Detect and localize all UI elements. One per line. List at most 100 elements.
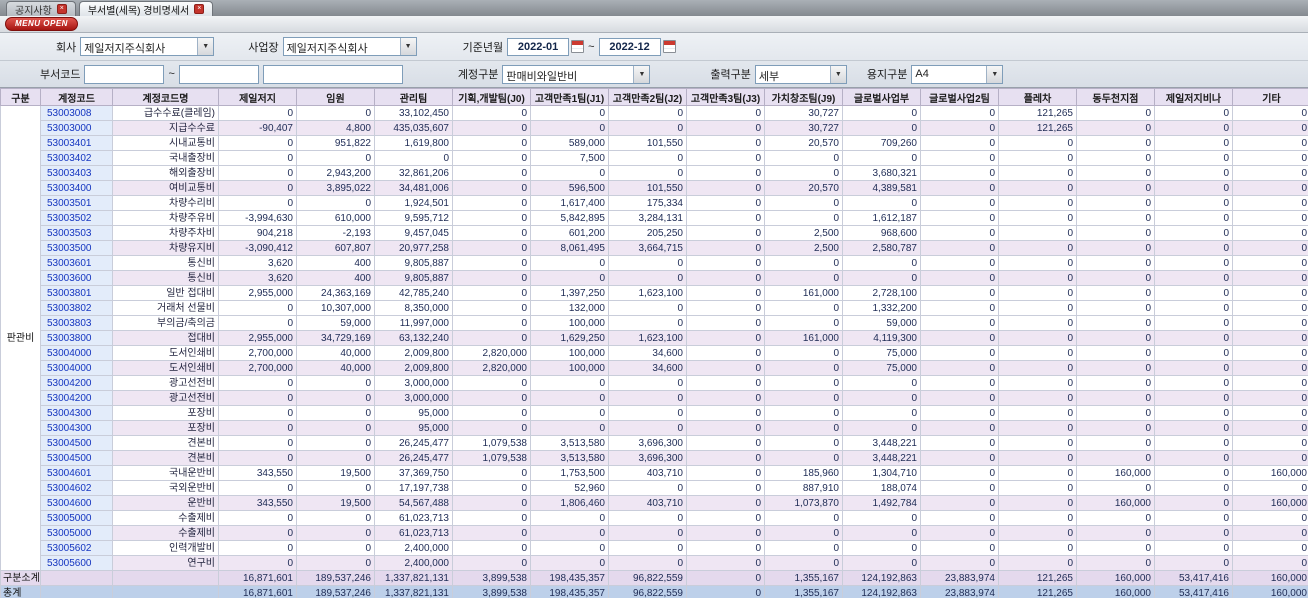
value-cell[interactable]: 3,000,000 — [374, 390, 453, 406]
value-cell[interactable]: 1,337,821,131 — [374, 570, 453, 586]
value-cell[interactable]: 607,807 — [296, 240, 375, 256]
value-cell[interactable]: 0 — [842, 120, 921, 136]
value-cell[interactable]: 0 — [452, 315, 531, 331]
value-cell[interactable]: 0 — [686, 300, 765, 316]
value-cell[interactable]: 403,710 — [608, 495, 687, 511]
account-code-cell[interactable]: 53004300 — [40, 420, 113, 436]
account-name-cell[interactable]: 일반 접대비 — [112, 285, 219, 301]
value-cell[interactable]: 0 — [452, 420, 531, 436]
chevron-down-icon[interactable]: ▼ — [197, 38, 214, 55]
value-cell[interactable]: 96,822,559 — [608, 570, 687, 586]
value-cell[interactable]: 0 — [218, 390, 297, 406]
value-cell[interactable]: 0 — [1154, 165, 1233, 181]
value-cell[interactable]: 0 — [686, 375, 765, 391]
value-cell[interactable]: 0 — [1154, 285, 1233, 301]
value-cell[interactable]: 0 — [920, 315, 999, 331]
value-cell[interactable]: 0 — [374, 150, 453, 166]
value-cell[interactable]: 1,073,870 — [764, 495, 843, 511]
value-cell[interactable]: 0 — [920, 435, 999, 451]
value-cell[interactable]: 0 — [764, 270, 843, 286]
value-cell[interactable]: 0 — [764, 540, 843, 556]
table-row[interactable]: 53005000 수출제비 0 0 61,023,713 0 0 0 0 0 0 0 0 0 0 0 — [1, 525, 1308, 541]
table-row[interactable]: 53003503 차량주차비 904,218 -2,193 9,457,045 0 601,… — [1, 225, 1308, 241]
value-cell[interactable]: 0 — [998, 405, 1077, 421]
value-cell[interactable]: 32,861,206 — [374, 165, 453, 181]
value-cell[interactable]: 0 — [998, 240, 1077, 256]
value-cell[interactable]: 0 — [1076, 540, 1155, 556]
value-cell[interactable]: 0 — [920, 210, 999, 226]
value-cell[interactable]: 0 — [1232, 315, 1308, 331]
account-name-cell[interactable]: 도서인쇄비 — [112, 345, 219, 361]
table-row[interactable]: 53004300 포장비 0 0 95,000 0 0 0 0 0 0 0 0 0 0 0 — [1, 405, 1308, 421]
value-cell[interactable]: 0 — [1154, 315, 1233, 331]
value-cell[interactable]: 0 — [452, 105, 531, 121]
account-name-cell[interactable]: 접대비 — [112, 330, 219, 346]
value-cell[interactable]: 0 — [608, 105, 687, 121]
account-name-cell[interactable]: 국내출장비 — [112, 150, 219, 166]
value-cell[interactable]: 0 — [764, 405, 843, 421]
value-cell[interactable]: 0 — [452, 510, 531, 526]
value-cell[interactable]: 0 — [842, 390, 921, 406]
value-cell[interactable]: 121,265 — [998, 570, 1077, 586]
account-name-cell[interactable]: 차량유지비 — [112, 240, 219, 256]
value-cell[interactable]: 0 — [1076, 210, 1155, 226]
value-cell[interactable]: 185,960 — [764, 465, 843, 481]
value-cell[interactable]: 0 — [1154, 450, 1233, 466]
value-cell[interactable]: 0 — [998, 330, 1077, 346]
value-cell[interactable]: 0 — [1232, 510, 1308, 526]
value-cell[interactable]: 1,355,167 — [764, 570, 843, 586]
value-cell[interactable]: 0 — [452, 150, 531, 166]
account-code-cell[interactable]: 53003600 — [40, 270, 113, 286]
value-cell[interactable]: 610,000 — [296, 210, 375, 226]
value-cell[interactable]: 0 — [1076, 420, 1155, 436]
value-cell[interactable]: 52,960 — [530, 480, 609, 496]
account-name-cell[interactable]: 여비교통비 — [112, 180, 219, 196]
value-cell[interactable]: 0 — [1154, 360, 1233, 376]
value-cell[interactable]: 0 — [530, 405, 609, 421]
dept-code-to-input[interactable] — [178, 64, 259, 84]
value-cell[interactable]: 0 — [452, 375, 531, 391]
value-cell[interactable]: 0 — [608, 540, 687, 556]
value-cell[interactable]: 0 — [296, 375, 375, 391]
value-cell[interactable]: 0 — [1154, 525, 1233, 541]
account-name-cell[interactable]: 국내운반비 — [112, 465, 219, 481]
value-cell[interactable]: 0 — [218, 510, 297, 526]
value-cell[interactable]: 0 — [452, 525, 531, 541]
value-cell[interactable]: 10,307,000 — [296, 300, 375, 316]
value-cell[interactable]: 0 — [530, 525, 609, 541]
table-row[interactable]: 53004602 국외운반비 0 0 17,197,738 0 52,960 0 0 887,91… — [1, 480, 1308, 496]
value-cell[interactable]: 0 — [1154, 120, 1233, 136]
value-cell[interactable]: 0 — [1154, 330, 1233, 346]
value-cell[interactable]: 0 — [920, 255, 999, 271]
value-cell[interactable]: 0 — [1076, 525, 1155, 541]
account-name-cell[interactable]: 연구비 — [112, 555, 219, 571]
table-row[interactable]: 53003401 시내교통비 0 951,822 1,619,800 0 589,000 10… — [1, 135, 1308, 151]
value-cell[interactable]: 0 — [452, 240, 531, 256]
value-cell[interactable]: 0 — [842, 555, 921, 571]
value-cell[interactable]: 0 — [1232, 225, 1308, 241]
value-cell[interactable]: 0 — [1154, 255, 1233, 271]
value-cell[interactable]: 16,871,601 — [218, 570, 297, 586]
account-name-cell[interactable]: 시내교통비 — [112, 135, 219, 151]
value-cell[interactable]: -2,193 — [296, 225, 375, 241]
account-name-cell[interactable]: 광고선전비 — [112, 375, 219, 391]
value-cell[interactable]: 0 — [1076, 180, 1155, 196]
value-cell[interactable]: 0 — [998, 540, 1077, 556]
value-cell[interactable]: 0 — [1154, 180, 1233, 196]
value-cell[interactable]: 0 — [218, 435, 297, 451]
value-cell[interactable]: 0 — [1076, 510, 1155, 526]
value-cell[interactable]: 61,023,713 — [374, 525, 453, 541]
value-cell[interactable]: 0 — [686, 240, 765, 256]
value-cell[interactable]: 0 — [998, 195, 1077, 211]
output-type-select[interactable]: 세부 ▼ — [754, 64, 847, 84]
value-cell[interactable]: 1,753,500 — [530, 465, 609, 481]
value-cell[interactable]: 0 — [1232, 210, 1308, 226]
value-cell[interactable]: 0 — [920, 480, 999, 496]
dept-name-display[interactable] — [262, 64, 403, 84]
value-cell[interactable]: 34,729,169 — [296, 330, 375, 346]
value-cell[interactable]: 0 — [296, 405, 375, 421]
value-cell[interactable]: 0 — [1076, 375, 1155, 391]
value-cell[interactable]: 160,000 — [1232, 495, 1308, 511]
value-cell[interactable]: 0 — [920, 270, 999, 286]
value-cell[interactable]: 0 — [530, 165, 609, 181]
